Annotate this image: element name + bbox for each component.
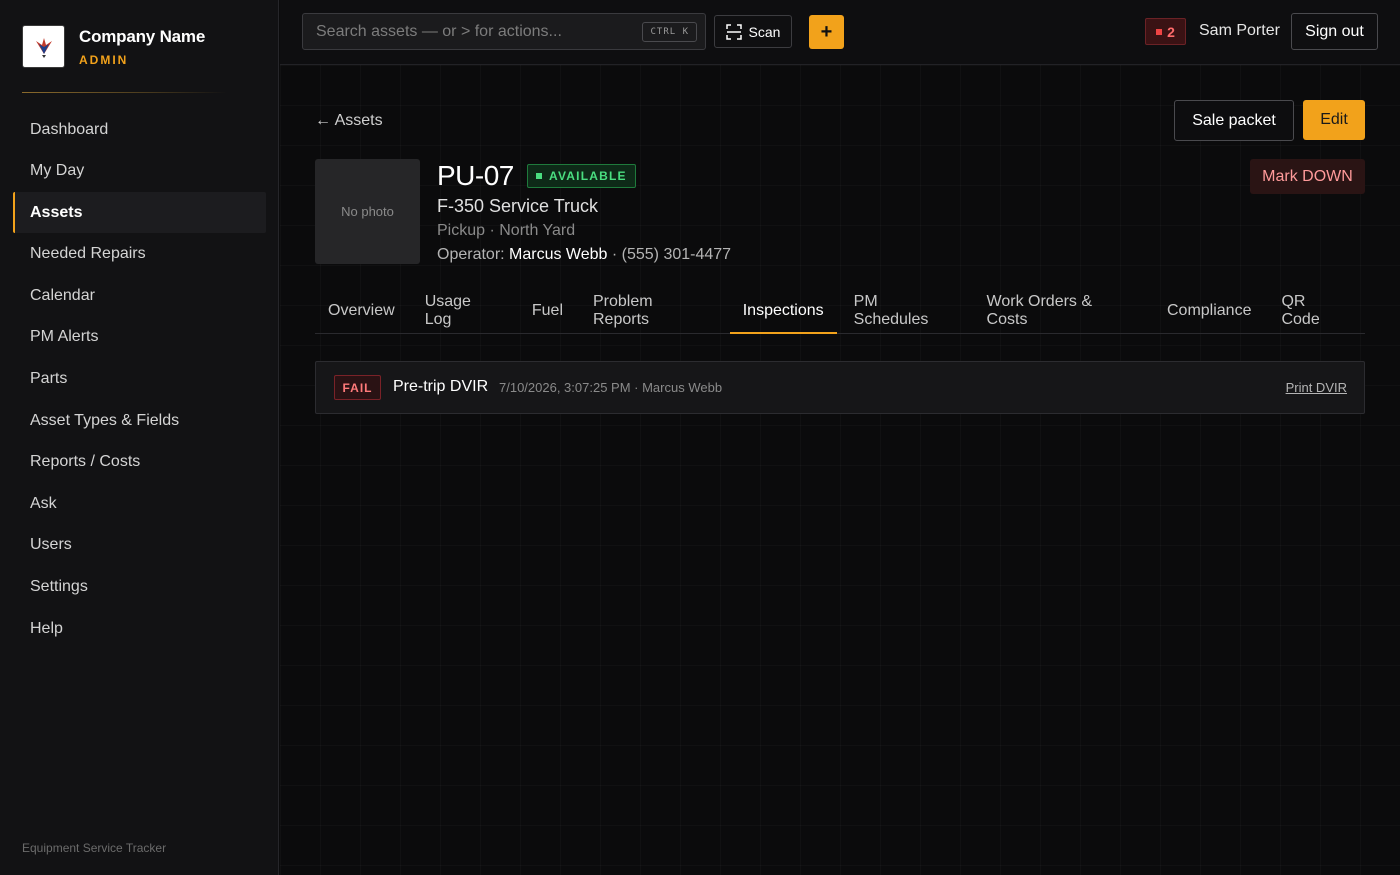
scan-button[interactable]: Scan xyxy=(714,15,792,48)
edit-button[interactable]: Edit xyxy=(1303,100,1365,140)
operator-phone: · (555) 301-4477 xyxy=(607,246,732,263)
sidebar-item-dashboard[interactable]: Dashboard xyxy=(13,109,266,150)
user-role: ADMIN xyxy=(79,52,129,67)
print-dvir-link[interactable]: Print DVIR xyxy=(1286,380,1347,395)
alert-dot-icon xyxy=(1156,28,1163,35)
tab-qr-code[interactable]: QR Code xyxy=(1268,289,1361,334)
inspection-meta: 7/10/2026, 3:07:25 PM · Marcus Webb xyxy=(499,380,723,395)
sidebar-nav: Dashboard My Day Assets Needed Repairs C… xyxy=(13,109,266,650)
asset-model: F-350 Service Truck xyxy=(437,196,599,216)
status-dot-icon xyxy=(536,173,542,179)
asset-operator: Operator: Marcus Webb · (555) 301-4477 xyxy=(437,246,731,264)
asset-id: PU-07 xyxy=(437,160,514,191)
top-bar: CTRL K Scan + 2 Sam Porter Sign out xyxy=(280,0,1400,65)
search-box[interactable]: CTRL K xyxy=(302,13,706,50)
tab-usage-log[interactable]: Usage Log xyxy=(412,289,515,334)
tab-work-orders[interactable]: Work Orders & Costs xyxy=(974,289,1150,334)
bird-logo-icon xyxy=(35,37,52,58)
sidebar-item-parts[interactable]: Parts xyxy=(13,359,266,400)
operator-prefix: Operator: xyxy=(437,246,510,263)
asset-type-location: Pickup · North Yard xyxy=(437,222,576,239)
search-shortcut-hint: CTRL K xyxy=(642,22,697,42)
tab-problem-reports[interactable]: Problem Reports xyxy=(580,289,726,334)
inspection-title: Pre-trip DVIR xyxy=(393,378,489,395)
inspection-row[interactable]: FAIL Pre-trip DVIR 7/10/2026, 3:07:25 PM… xyxy=(315,361,1365,414)
alerts-badge[interactable]: 2 xyxy=(1145,18,1186,45)
sidebar-item-users[interactable]: Users xyxy=(13,525,266,566)
sidebar-item-needed-repairs[interactable]: Needed Repairs xyxy=(13,234,266,275)
main-content: ← Assets Sale packet Edit Mark DOWN No p… xyxy=(280,65,1400,875)
asset-photo-placeholder[interactable]: No photo xyxy=(315,159,420,264)
brand[interactable]: Company Name ADMIN xyxy=(22,25,205,68)
asset-tabs: Overview Usage Log Fuel Problem Reports … xyxy=(315,289,1365,334)
company-logo xyxy=(22,25,65,68)
status-badge: AVAILABLE xyxy=(527,164,636,188)
tab-inspections[interactable]: Inspections xyxy=(729,289,837,334)
scan-label: Scan xyxy=(748,23,781,40)
sidebar-item-help[interactable]: Help xyxy=(13,608,266,649)
sidebar-item-ask[interactable]: Ask xyxy=(13,483,266,524)
sign-out-button[interactable]: Sign out xyxy=(1291,13,1378,50)
tab-overview[interactable]: Overview xyxy=(315,289,408,334)
tab-fuel[interactable]: Fuel xyxy=(519,289,576,334)
brand-divider xyxy=(22,92,227,93)
sidebar-item-settings[interactable]: Settings xyxy=(13,567,266,608)
sidebar-item-reports[interactable]: Reports / Costs xyxy=(13,442,266,483)
sidebar: Company Name ADMIN Dashboard My Day Asse… xyxy=(0,0,279,875)
inspection-result-badge: FAIL xyxy=(334,375,381,400)
scan-icon xyxy=(725,23,742,40)
operator-name: Marcus Webb xyxy=(509,246,608,263)
company-name: Company Name xyxy=(79,26,206,46)
status-label: AVAILABLE xyxy=(549,169,627,183)
sidebar-item-calendar[interactable]: Calendar xyxy=(13,275,266,316)
sidebar-item-assets[interactable]: Assets xyxy=(13,192,266,234)
sidebar-item-my-day[interactable]: My Day xyxy=(13,151,266,192)
mark-down-button[interactable]: Mark DOWN xyxy=(1250,159,1365,194)
tab-compliance[interactable]: Compliance xyxy=(1154,289,1264,334)
search-input[interactable] xyxy=(303,14,633,49)
back-to-assets-link[interactable]: ← Assets xyxy=(315,112,383,130)
sale-packet-button[interactable]: Sale packet xyxy=(1174,100,1294,141)
current-user-name: Sam Porter xyxy=(1199,22,1280,39)
add-button[interactable]: + xyxy=(809,15,844,49)
sidebar-item-asset-types[interactable]: Asset Types & Fields xyxy=(13,400,266,441)
app-footer: Equipment Service Tracker xyxy=(22,841,167,855)
tab-pm-schedules[interactable]: PM Schedules xyxy=(841,289,970,334)
sidebar-item-pm-alerts[interactable]: PM Alerts xyxy=(13,317,266,358)
alert-count: 2 xyxy=(1167,23,1175,40)
